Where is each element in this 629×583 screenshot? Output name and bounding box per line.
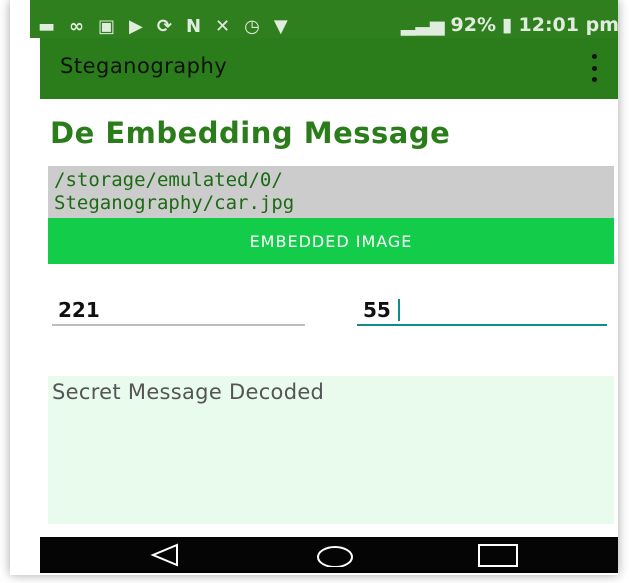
play-icon: ▶ [129,16,143,37]
nfc-icon: N [185,16,202,37]
image-path-line-2: Steganography/car.jpg [54,192,295,214]
menu-dot [591,77,597,82]
clock: 12:01 pm [518,14,619,36]
alarm-icon: ◷ [244,16,260,37]
back-button[interactable] [140,537,190,573]
recents-square-icon [478,544,518,567]
decoded-message-placeholder: Secret Message Decoded [52,380,325,404]
voicemail-icon: ∞ [69,16,85,37]
mute-icon: ✕ [215,16,231,37]
sync-icon: ⟳ [156,16,172,37]
phone-screen: ▬ ∞ ▣ ▶ ⟳ N ✕ ◷ ▼ ▂▃▅ 92% ▮ 12:01 pm Ste… [10,0,618,575]
status-bar: ▬ ∞ ▣ ▶ ⟳ N ✕ ◷ ▼ ▂▃▅ 92% ▮ 12:01 pm [30,0,618,38]
message-icon: ▬ [38,16,56,37]
second-number-field[interactable]: 55 [357,296,607,326]
signal-icon: ▂▃▅ [400,14,445,36]
first-number-value: 221 [58,298,100,322]
battery-percent: 92% [450,14,497,36]
status-right: ▂▃▅ 92% ▮ 12:01 pm [401,14,618,36]
image-path-line-1: /storage/emulated/0/ [54,169,283,191]
status-icons: ▬ ∞ ▣ ▶ ⟳ N ✕ ◷ ▼ [38,16,288,38]
navigation-bar [40,537,618,573]
menu-dot [591,65,597,71]
image-icon: ▣ [98,16,116,37]
decoded-message-field[interactable]: Secret Message Decoded [48,376,614,524]
first-number-field[interactable]: 221 [52,296,305,326]
image-path: /storage/emulated/0/ Steganography/car.j… [48,166,614,218]
action-bar: Steganography [40,38,618,99]
menu-dot [591,54,597,59]
back-triangle-icon [150,543,178,567]
second-number-value: 55 [363,298,391,322]
home-button[interactable] [305,537,365,573]
page-title: De Embedding Message [50,116,451,150]
recents-button[interactable] [468,537,528,573]
more-vert-icon[interactable] [585,54,603,82]
wifi-icon: ▼ [273,16,288,37]
text-cursor [398,299,400,321]
battery-icon: ▮ [502,14,513,36]
embedded-image-button[interactable]: EMBEDDED IMAGE [48,218,614,264]
app-title: Steganography [60,54,228,78]
home-circle-icon [317,546,353,567]
